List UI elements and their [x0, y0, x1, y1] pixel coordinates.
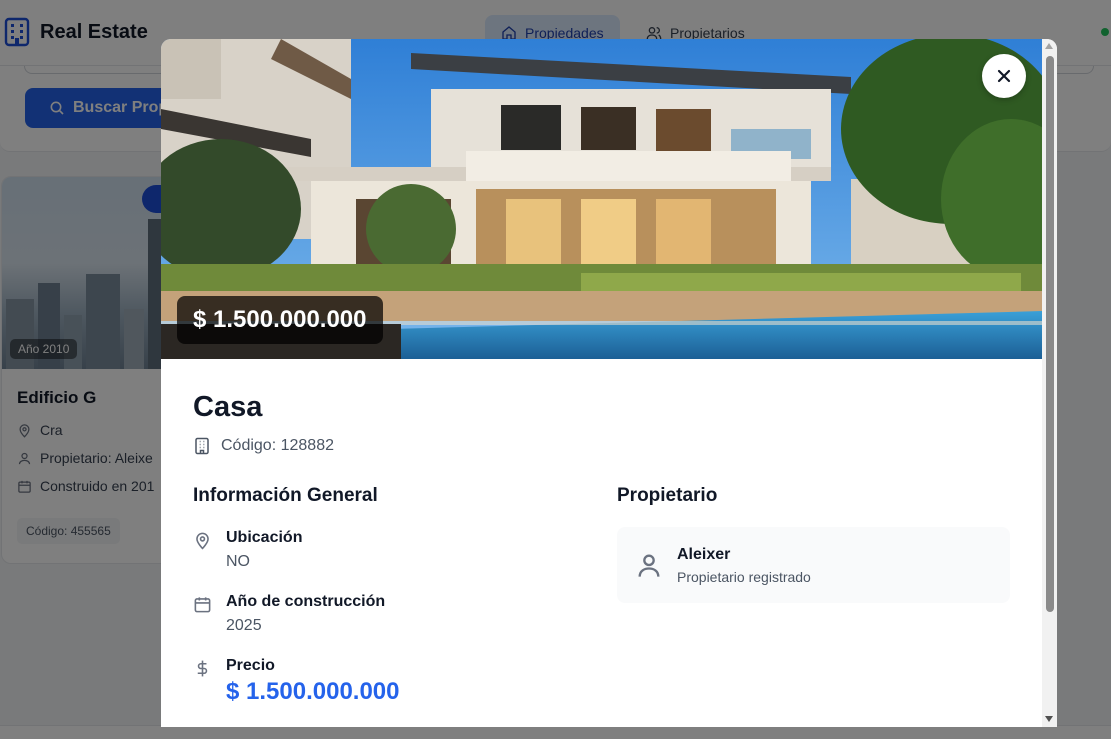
- property-code: Código: 128882: [193, 437, 334, 455]
- map-pin-icon: [196, 532, 209, 550]
- property-detail-modal: $ 1.500.000.000 Casa Código: 128882 Info…: [161, 39, 1057, 727]
- info-label: Año de construcción: [226, 593, 386, 610]
- close-button[interactable]: [982, 54, 1026, 98]
- info-label: Precio: [226, 657, 275, 674]
- property-title: Casa: [193, 391, 263, 423]
- info-price: Precio $ 1.500.000.000: [193, 657, 400, 706]
- owner-name: Aleixer: [677, 546, 731, 563]
- info-price-value: $ 1.500.000.000: [226, 678, 400, 705]
- property-hero-image: $ 1.500.000.000: [161, 39, 1042, 359]
- info-location: Ubicación NO: [193, 529, 302, 571]
- general-info-heading: Información General: [193, 485, 378, 506]
- price-tag: $ 1.500.000.000: [177, 296, 383, 344]
- close-icon: [997, 69, 1011, 83]
- calendar-icon: [194, 597, 211, 613]
- scrollbar-thumb[interactable]: [1046, 56, 1054, 612]
- user-icon: [638, 554, 660, 577]
- building-icon: [195, 437, 209, 455]
- info-year: Año de construcción 2025: [193, 593, 385, 635]
- dollar-icon: [197, 660, 208, 677]
- info-value: 2025: [226, 617, 262, 634]
- modal-scrollbar[interactable]: [1042, 39, 1057, 727]
- owner-card[interactable]: Aleixer Propietario registrado: [617, 527, 1010, 603]
- owner-subtitle: Propietario registrado: [677, 569, 811, 585]
- owner-heading: Propietario: [617, 485, 718, 506]
- scroll-down-arrow[interactable]: [1045, 716, 1053, 722]
- info-value: NO: [226, 553, 250, 570]
- info-label: Ubicación: [226, 529, 303, 546]
- scroll-up-arrow[interactable]: [1045, 43, 1053, 49]
